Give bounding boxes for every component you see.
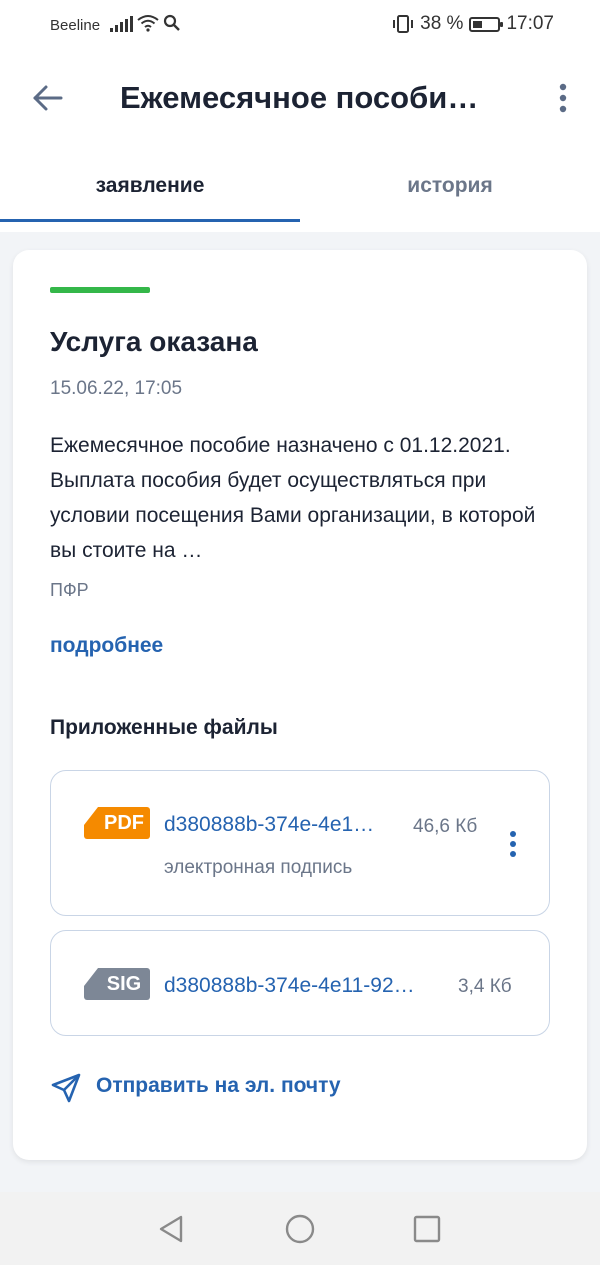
app-bar: Ежемесячное пособи… [0,60,600,136]
vibrate-icon [393,15,414,33]
wifi-icon [137,15,159,32]
application-card: Услуга оказана 15.06.22, 17:05 Ежемесячн… [13,250,587,1160]
status-title: Услуга оказана [50,326,258,357]
file-name[interactable]: d380888b-374e-4e1… [164,813,396,837]
send-icon [51,1073,81,1103]
system-nav-bar [0,1192,600,1265]
arrow-left-icon [33,85,63,111]
signal-icon [110,14,133,32]
active-tab-indicator [0,219,300,222]
tab-application[interactable]: заявление [0,160,300,222]
organization-label: ПФР [50,580,89,600]
file-signature-label: электронная подпись [164,857,353,878]
battery-percent: 38 % [420,13,464,34]
file-size: 3,4 Кб [458,976,512,997]
pdf-badge-icon: PDF [84,807,150,839]
page-title: Ежемесячное пособи… [120,80,479,115]
status-icons-right: 38 % 17:07 [392,13,554,35]
status-icons-left [110,14,181,32]
carrier-label: Beeline [50,17,101,34]
more-menu-button[interactable] [548,78,578,118]
nav-back-button[interactable] [155,1212,189,1246]
status-date: 15.06.22, 17:05 [50,378,183,399]
send-email-label: Отправить на эл. почту [96,1074,341,1097]
more-details-link[interactable]: подробнее [50,634,163,658]
search-icon [163,14,180,31]
attached-files-title: Приложенные файлы [50,716,278,739]
status-indicator-line [50,287,150,293]
file-size: 46,6 Кб [413,816,478,837]
file-menu-button[interactable] [503,825,523,865]
file-item-pdf[interactable]: PDF d380888b-374e-4e1… 46,6 Кб электронн… [50,770,550,916]
file-name[interactable]: d380888b-374e-4e11-92… [164,974,442,998]
tab-bar: заявление история [0,160,600,222]
file-item-sig[interactable]: SIG d380888b-374e-4e11-92… 3,4 Кб [50,930,550,1036]
nav-recents-button[interactable] [410,1212,444,1246]
back-triangle-icon [159,1215,183,1243]
home-circle-icon [285,1214,315,1244]
nav-home-button[interactable] [283,1212,317,1246]
more-vertical-icon [559,83,567,113]
recents-square-icon [413,1215,441,1243]
status-description: Ежемесячное пособие назначено с 01.12.20… [50,434,536,562]
back-button[interactable] [28,78,68,118]
more-vertical-icon [510,831,516,857]
battery-icon [469,16,504,32]
send-email-button[interactable]: Отправить на эл. почту [50,1068,390,1108]
status-bar: Beeline 38 % 17:07 [0,0,600,52]
tab-history[interactable]: история [300,160,600,222]
status-time: 17:07 [506,13,554,34]
sig-badge-icon: SIG [84,968,150,1000]
